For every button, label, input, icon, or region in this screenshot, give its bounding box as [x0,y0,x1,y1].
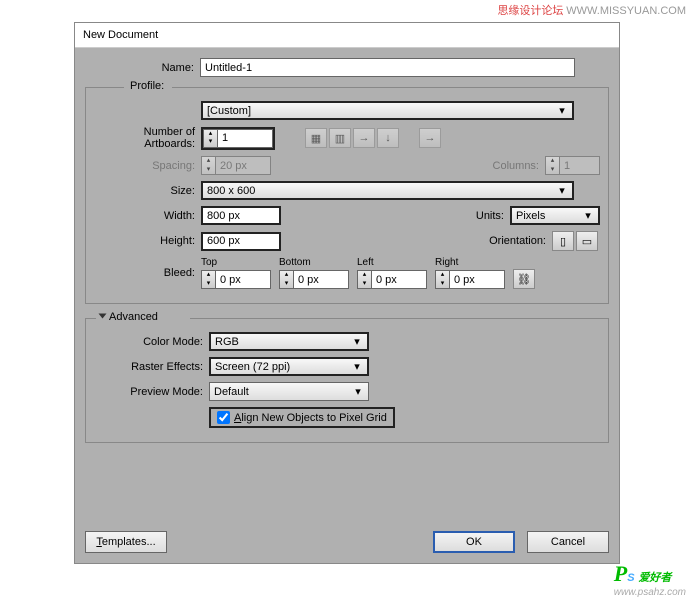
preview-select[interactable]: Default▾ [209,382,369,401]
chevron-down-icon: ▾ [556,104,568,117]
raster-label: Raster Effects: [94,361,209,373]
orientation-landscape-icon[interactable]: ▭ [576,231,598,251]
new-document-dialog: New Document Name: Profile: [Custom]▾ Nu… [74,22,620,564]
bleed-bottom-spinner[interactable]: ▴▾ [279,270,349,289]
advanced-toggle[interactable]: Advanced [96,311,162,323]
colormode-select[interactable]: RGB▾ [209,332,369,351]
templates-button[interactable]: Templates... [85,531,167,553]
profile-label: Profile: [126,80,168,92]
chevron-down-icon: ▾ [351,360,363,373]
align-pixel-grid-checkbox[interactable]: Align New Objects to Pixel Grid [209,407,395,428]
profile-select[interactable]: [Custom]▾ [201,101,574,120]
bleed-left-spinner[interactable]: ▴▾ [357,270,427,289]
artboards-label: Number of Artboards: [94,126,201,150]
grid-row-icon: ▦ [305,128,327,148]
width-label: Width: [94,210,201,222]
dialog-title: New Document [75,23,619,48]
watermark-top: 思缘设计论坛 WWW.MISSYUAN.COM [497,2,686,18]
size-label: Size: [94,185,201,197]
watermark-bottom: PS 爱好者 www.psahz.com [614,561,686,598]
size-select[interactable]: 800 x 600▾ [201,181,574,200]
bleed-right-label: Right [435,257,505,268]
preview-label: Preview Mode: [94,386,209,398]
bleed-right-spinner[interactable]: ▴▾ [435,270,505,289]
arrange-right-icon: → [353,128,375,148]
columns-spinner: ▴▾ [545,156,600,175]
height-label: Height: [94,235,201,247]
orientation-portrait-icon[interactable]: ▯ [552,231,574,251]
grid-col-icon: ▥ [329,128,351,148]
spacing-spinner: ▴▾ [201,156,271,175]
columns-label: Columns: [485,160,545,172]
arrange-down-icon: ↓ [377,128,399,148]
bleed-top-spinner[interactable]: ▴▾ [201,270,271,289]
bleed-left-label: Left [357,257,427,268]
raster-select[interactable]: Screen (72 ppi)▾ [209,357,369,376]
spacing-label: Spacing: [94,160,201,172]
bleed-top-label: Top [201,257,271,268]
cancel-button[interactable]: Cancel [527,531,609,553]
artboards-spinner[interactable]: ▴▾ [201,127,275,150]
height-input[interactable] [201,232,281,251]
ok-button[interactable]: OK [433,531,515,553]
align-checkbox-input[interactable] [217,411,230,424]
name-input[interactable] [200,58,575,77]
width-input[interactable] [201,206,281,225]
units-label: Units: [450,210,510,222]
chevron-down-icon: ▾ [351,335,363,348]
colormode-label: Color Mode: [94,336,209,348]
chevron-down-icon: ▾ [582,209,594,222]
units-select[interactable]: Pixels▾ [510,206,600,225]
name-label: Name: [85,62,200,74]
bleed-bottom-label: Bottom [279,257,349,268]
link-bleed-icon[interactable]: ⛓ [513,269,535,289]
arrange-ltr-icon: → [419,128,441,148]
chevron-down-icon: ▾ [556,184,568,197]
chevron-down-icon: ▾ [352,385,364,398]
bleed-label: Bleed: [94,267,201,279]
orientation-label: Orientation: [482,235,552,247]
